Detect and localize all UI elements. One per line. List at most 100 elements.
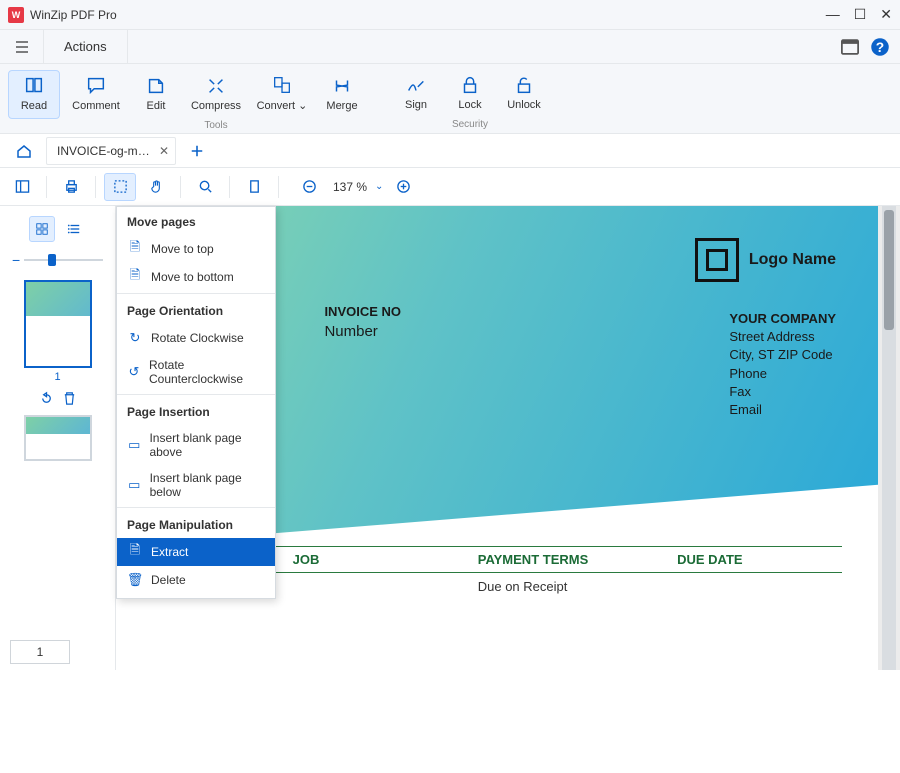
app-title: WinZip PDF Pro — [30, 8, 117, 22]
thumb-page-1-label: 1 — [24, 371, 92, 383]
ribbon-read[interactable]: Read — [8, 70, 60, 119]
menu-actions[interactable]: Actions — [44, 30, 128, 63]
logo-icon — [695, 238, 739, 282]
ribbon-edit-label: Edit — [147, 100, 166, 112]
cm-move-bottom[interactable]: 🗎Move to bottom — [117, 263, 275, 291]
page-up-icon: 🗎 — [127, 241, 143, 257]
ribbon-compress-label: Compress — [191, 100, 241, 112]
cm-section-move: Move pages — [117, 207, 275, 235]
help-icon: ? — [870, 37, 890, 57]
print-icon — [64, 179, 79, 194]
convert-icon — [271, 74, 293, 96]
page-number-input[interactable] — [10, 640, 70, 664]
tab-close-button[interactable]: ✕ — [159, 144, 169, 158]
titlebar: W WinZip PDF Pro — ☐ ✕ — [0, 0, 900, 30]
ribbon-group-tools: Tools — [204, 120, 227, 131]
hamburger-icon — [14, 39, 30, 55]
thumb-grid-button[interactable] — [29, 216, 55, 242]
document-tab[interactable]: INVOICE-og-merg... ✕ — [46, 137, 176, 165]
zoom-out-button[interactable] — [293, 173, 325, 201]
rotate-thumb-button[interactable] — [39, 391, 54, 409]
ribbon-unlock-label: Unlock — [507, 99, 541, 111]
ribbon-comment[interactable]: Comment — [64, 70, 128, 118]
cm-section-manipulation: Page Manipulation — [117, 510, 275, 538]
panel-split-icon — [15, 179, 30, 194]
panel-icon — [840, 37, 860, 57]
cm-move-top[interactable]: 🗎 Move to top — [117, 235, 275, 263]
window-controls: — ☐ ✕ — [826, 6, 892, 23]
ribbon-convert[interactable]: Convert ⌄ — [250, 70, 314, 118]
ribbon-comment-label: Comment — [72, 100, 120, 112]
ribbon-merge-label: Merge — [326, 100, 357, 112]
cm-move-bottom-label: Move to bottom — [151, 270, 234, 284]
delete-icon: 🗑 — [127, 572, 143, 588]
panel-view-button[interactable] — [6, 173, 38, 201]
maximize-button[interactable]: ☐ — [854, 6, 867, 23]
td-terms: Due on Receipt — [472, 573, 671, 600]
menubar: Actions ? — [0, 30, 900, 64]
print-button[interactable] — [55, 173, 87, 201]
panel-toggle-button[interactable] — [840, 37, 860, 57]
page-fit-button[interactable] — [238, 173, 270, 201]
book-icon — [23, 75, 45, 97]
search-button[interactable] — [189, 173, 221, 201]
company-street: Street Address — [729, 328, 836, 346]
thumb-page-2[interactable] — [24, 415, 92, 461]
cm-extract-label: Extract — [151, 545, 188, 559]
cm-rotate-ccw[interactable]: ↺Rotate Counterclockwise — [117, 352, 275, 392]
th-terms: PAYMENT TERMS — [472, 547, 671, 572]
cm-extract[interactable]: 🗎Extract — [117, 538, 275, 566]
hand-tool-button[interactable] — [140, 173, 172, 201]
cm-insert-below[interactable]: ▭Insert blank page below — [117, 465, 275, 505]
app-icon: W — [8, 7, 24, 23]
company-logo: Logo Name — [695, 238, 836, 282]
rotate-icon — [39, 391, 54, 406]
cm-insert-above[interactable]: ▭Insert blank page above — [117, 425, 275, 465]
trash-icon — [62, 391, 77, 406]
ribbon-convert-label: Convert ⌄ — [257, 99, 308, 112]
help-button[interactable]: ? — [870, 37, 890, 57]
plus-icon — [190, 144, 204, 158]
company-city: City, ST ZIP Code — [729, 346, 836, 364]
zoom-value[interactable]: 137 % — [329, 180, 371, 194]
ribbon-compress[interactable]: Compress — [184, 70, 248, 118]
scrollbar-thumb[interactable] — [884, 210, 894, 330]
svg-text:?: ? — [876, 40, 884, 55]
select-tool-button[interactable] — [104, 173, 136, 201]
home-tab[interactable] — [6, 134, 42, 167]
cm-rotate-cw[interactable]: ↻Rotate Clockwise — [117, 324, 275, 352]
ribbon-lock[interactable]: Lock — [444, 70, 496, 117]
thumb-list-button[interactable] — [61, 216, 87, 242]
sign-icon — [405, 74, 427, 96]
close-button[interactable]: ✕ — [880, 6, 892, 23]
invno-label: INVOICE NO — [324, 304, 401, 319]
ribbon-unlock[interactable]: Unlock — [498, 70, 550, 117]
compress-icon — [205, 75, 227, 97]
zoom-dropdown-icon[interactable]: ⌄ — [375, 181, 383, 192]
cm-insert-above-label: Insert blank page above — [149, 431, 265, 459]
ribbon-lock-label: Lock — [458, 99, 481, 111]
new-tab-button[interactable] — [182, 137, 212, 165]
menu-toggle-button[interactable] — [0, 30, 44, 63]
cm-move-top-label: Move to top — [151, 242, 214, 256]
rotate-cw-icon: ↻ — [127, 330, 143, 346]
thumb-page-1[interactable]: 1 — [24, 280, 92, 383]
list-icon — [67, 222, 81, 236]
ribbon: Read Comment Edit Compress Convert ⌄ Mer… — [0, 64, 900, 134]
vertical-scrollbar[interactable] — [882, 206, 896, 670]
insert-below-icon: ▭ — [127, 477, 142, 493]
ribbon-merge[interactable]: Merge — [316, 70, 368, 118]
zoom-in-icon — [396, 179, 411, 194]
zoom-in-button[interactable] — [387, 173, 419, 201]
minimize-button[interactable]: — — [826, 6, 840, 23]
thumb-size-slider[interactable]: − — [12, 252, 103, 268]
ribbon-sign[interactable]: Sign — [390, 70, 442, 117]
ribbon-group-security: Security — [452, 119, 488, 130]
cm-delete[interactable]: 🗑 Delete — [117, 566, 275, 594]
marquee-icon — [113, 179, 128, 194]
home-icon — [16, 143, 32, 159]
cm-delete-label: Delete — [151, 573, 186, 587]
delete-thumb-button[interactable] — [62, 391, 77, 409]
cm-section-orientation: Page Orientation — [117, 296, 275, 324]
ribbon-edit[interactable]: Edit — [130, 70, 182, 118]
